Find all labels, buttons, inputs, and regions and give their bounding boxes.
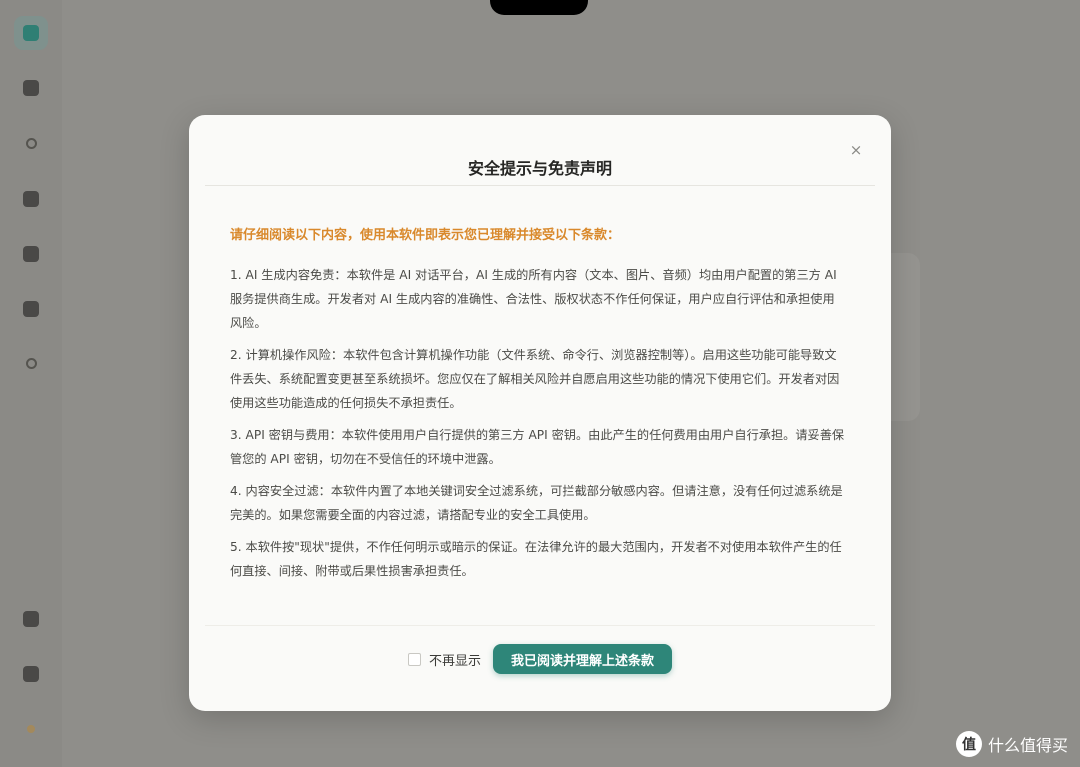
book-icon — [23, 246, 39, 262]
user-icon — [23, 611, 39, 627]
dialog-title: 安全提示与免责声明 — [467, 159, 612, 178]
sidebar-button-6[interactable] — [14, 292, 48, 326]
sidebar-button-10[interactable] — [14, 712, 48, 746]
window-notch — [490, 0, 588, 15]
terminal-icon — [23, 301, 39, 317]
watermark-logo: 值 — [955, 731, 982, 757]
chat-icon — [23, 25, 39, 41]
clause-item: 5. 本软件按"现状"提供，不作任何明示或暗示的保证。在法律允许的最大范围内，开… — [230, 540, 842, 578]
dont-show-again-checkbox[interactable] — [407, 652, 421, 666]
sidebar-chat-button[interactable] — [14, 16, 48, 50]
image-icon — [23, 191, 39, 207]
dont-show-again-label: 不再显示 — [428, 653, 481, 669]
watermark-text: 什么值得买 — [987, 736, 1068, 755]
sidebar-button-7[interactable] — [14, 346, 48, 380]
close-icon[interactable]: × — [847, 141, 865, 159]
watermark: 值 什么值得买 — [955, 731, 1068, 757]
dialog-footer: 不再显示 我已阅读并理解上述条款 — [189, 644, 891, 674]
confirm-button[interactable]: 我已阅读并理解上述条款 — [493, 644, 673, 674]
sidebar-button-9[interactable] — [14, 657, 48, 691]
folder-icon — [23, 80, 39, 96]
sidebar-button-5[interactable] — [14, 237, 48, 271]
notice-text: 请仔细阅读以下内容，使用本软件即表示您已理解并接受以下条款： — [230, 228, 621, 243]
divider — [205, 625, 875, 626]
sidebar-button-4[interactable] — [14, 182, 48, 216]
circle-icon — [25, 137, 37, 149]
settings-icon — [25, 357, 37, 369]
dont-show-again-toggle[interactable]: 不再显示 — [407, 650, 481, 669]
clause-item: 1. AI 生成内容免责：本软件是 AI 对话平台，AI 生成的所有内容（文本、… — [230, 268, 837, 330]
disclaimer-dialog: 安全提示与免责声明 × 请仔细阅读以下内容，使用本软件即表示您已理解并接受以下条… — [189, 115, 891, 711]
theme-icon — [27, 725, 35, 733]
clause-item: 4. 内容安全过滤：本软件内置了本地关键词安全过滤系统，可拦截部分敏感内容。但请… — [230, 484, 843, 522]
sidebar-button-8[interactable] — [14, 602, 48, 636]
clause-item: 3. API 密钥与费用：本软件使用用户自行提供的第三方 API 密钥。由此产生… — [230, 428, 845, 466]
sidebar — [0, 0, 62, 767]
clause-item: 2. 计算机操作风险：本软件包含计算机操作功能（文件系统、命令行、浏览器控制等）… — [230, 348, 840, 410]
sidebar-button-2[interactable] — [14, 71, 48, 105]
dialog-content: 请仔细阅读以下内容，使用本软件即表示您已理解并接受以下条款： 1. AI 生成内… — [230, 225, 845, 591]
divider — [205, 185, 875, 186]
sidebar-button-3[interactable] — [14, 126, 48, 160]
gear-icon — [23, 666, 39, 682]
